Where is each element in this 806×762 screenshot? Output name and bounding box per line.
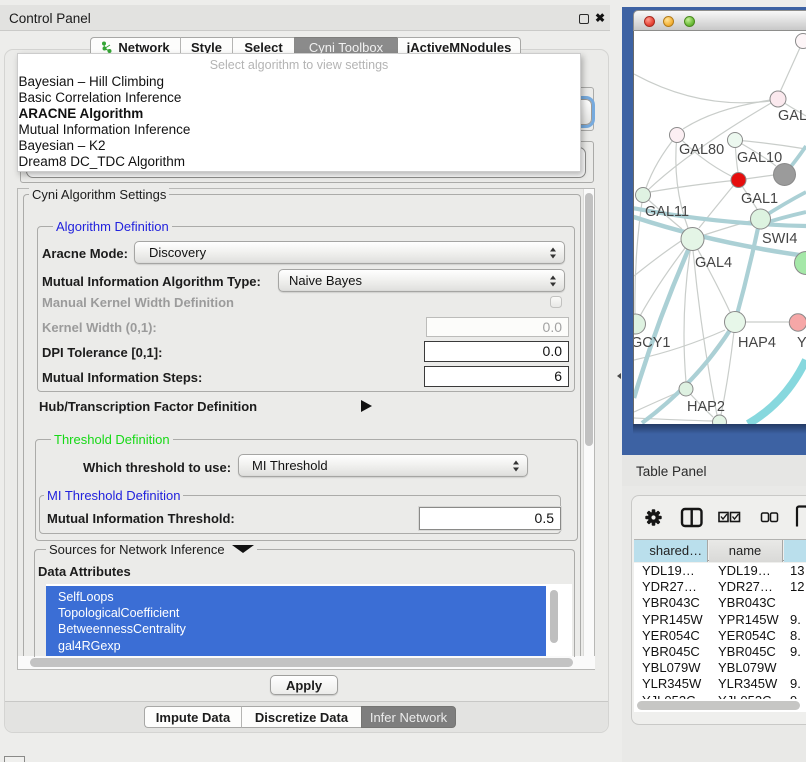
svg-text:GAL80: GAL80: [679, 142, 724, 158]
svg-text:GAL10: GAL10: [737, 150, 782, 166]
svg-text:GCY1: GCY1: [634, 335, 671, 351]
svg-text:GAL4: GAL4: [695, 255, 732, 271]
svg-text:GAL1: GAL1: [741, 191, 778, 207]
svg-text:GAL: GAL: [778, 108, 806, 124]
svg-text:SWI4: SWI4: [762, 231, 797, 247]
svg-text:Y: Y: [797, 335, 806, 351]
svg-text:HAP4: HAP4: [738, 335, 776, 351]
svg-text:HAP2: HAP2: [687, 399, 725, 415]
svg-text:GAL11: GAL11: [645, 204, 689, 220]
